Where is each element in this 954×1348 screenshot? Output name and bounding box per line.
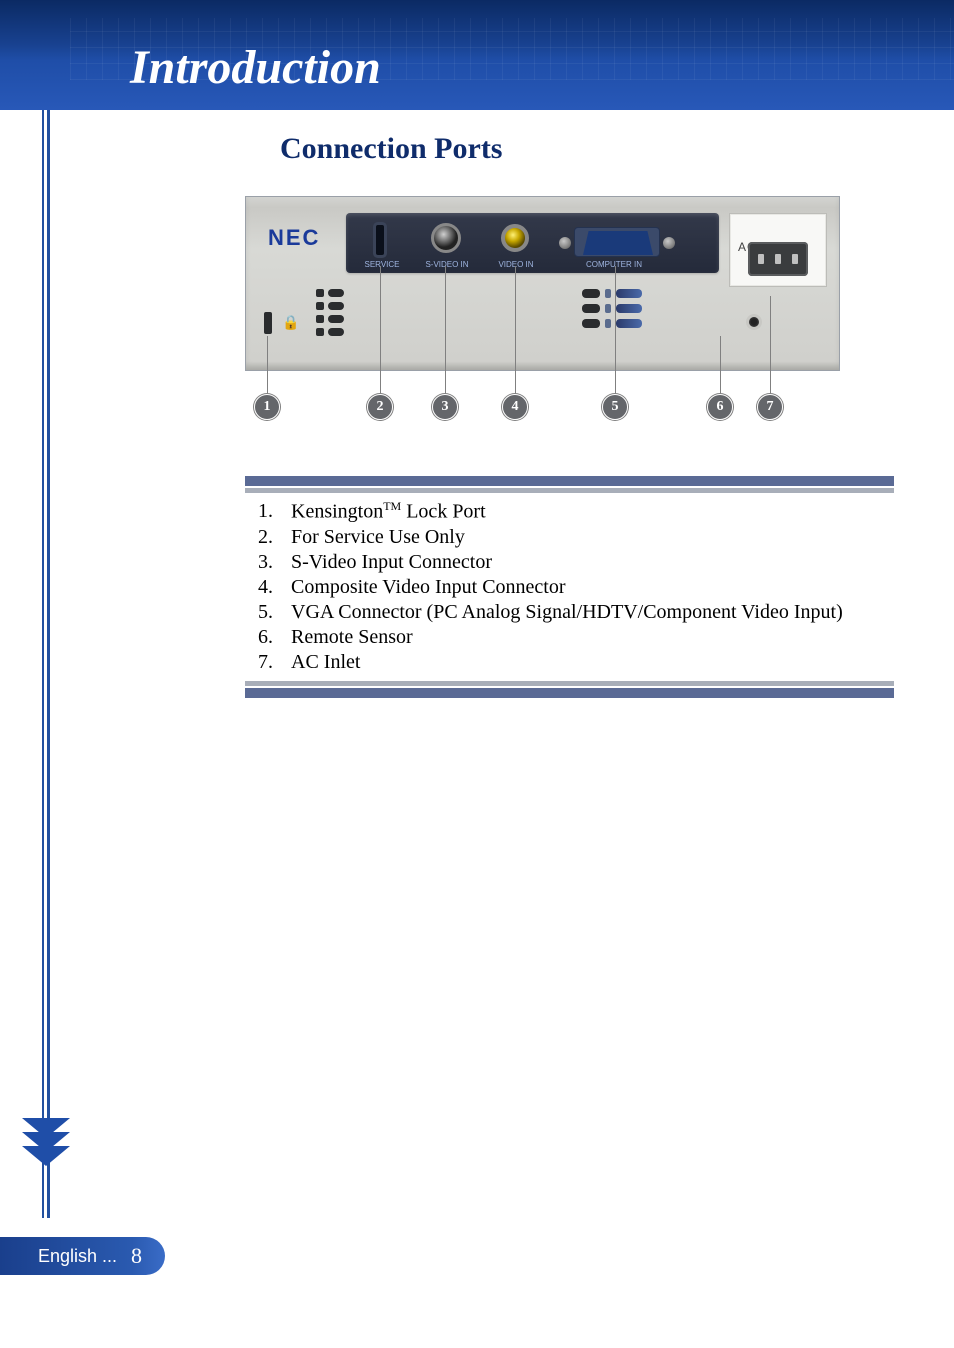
header-band: Introduction — [0, 0, 954, 110]
label-svideo: S-VIDEO IN — [425, 260, 468, 269]
item-number: 6. — [245, 625, 273, 650]
callout-marker-1: 1 — [254, 394, 280, 420]
item-text: Remote Sensor — [291, 625, 894, 650]
callout-line — [380, 266, 381, 396]
vent-grille-left — [316, 289, 344, 336]
device-body: NEC SERVICE S-VIDEO IN VIDEO IN COMPUTER… — [245, 196, 840, 371]
list-item: 5. VGA Connector (PC Analog Signal/HDTV/… — [245, 600, 894, 625]
item-number: 5. — [245, 600, 273, 625]
callout-marker-7: 7 — [757, 394, 783, 420]
ports-legend: 1. KensingtonTM Lock Port 2. For Service… — [245, 476, 894, 698]
list-item: 7. AC Inlet — [245, 650, 894, 675]
list-item: 4. Composite Video Input Connector — [245, 575, 894, 600]
callout-line — [515, 266, 516, 396]
item-number: 7. — [245, 650, 273, 675]
item-text: VGA Connector (PC Analog Signal/HDTV/Com… — [291, 600, 894, 625]
list-item: 2. For Service Use Only — [245, 525, 894, 550]
kensington-lock-port — [264, 312, 272, 334]
chevron-down-icon — [22, 1146, 70, 1166]
item-text: Composite Video Input Connector — [291, 575, 894, 600]
item-text: S-Video Input Connector — [291, 550, 894, 575]
label-computer: COMPUTER IN — [586, 260, 642, 269]
composite-video-port — [501, 224, 529, 252]
footer-language: English ... — [38, 1246, 117, 1267]
callout-marker-6: 6 — [707, 394, 733, 420]
callout-marker-3: 3 — [432, 394, 458, 420]
label-video: VIDEO IN — [498, 260, 533, 269]
brand-logo: NEC — [268, 225, 320, 251]
ac-socket — [748, 242, 808, 276]
callout-marker-2: 2 — [367, 394, 393, 420]
main-content: Connection Ports NEC SERVICE S-VIDEO IN … — [245, 132, 894, 698]
left-margin-rules — [42, 110, 50, 1218]
s-video-port — [431, 223, 461, 253]
item-text: For Service Use Only — [291, 525, 894, 550]
page-footer-tab: English ... 8 — [0, 1237, 165, 1275]
page-title: Introduction — [130, 40, 381, 95]
callout-line — [770, 296, 771, 396]
ac-inlet-panel: AC IN ∼ — [729, 213, 827, 287]
item-number: 2. — [245, 525, 273, 550]
lock-icon: 🔒 — [282, 315, 299, 332]
rule-bottom-thick — [245, 688, 894, 698]
callout-line — [720, 336, 721, 396]
service-port — [376, 225, 384, 255]
rear-port-panel: SERVICE S-VIDEO IN VIDEO IN COMPUTER IN — [346, 213, 719, 273]
rule-top-thick — [245, 476, 894, 486]
margin-arrows — [22, 1118, 70, 1160]
list-item: 6. Remote Sensor — [245, 625, 894, 650]
ports-list: 1. KensingtonTM Lock Port 2. For Service… — [245, 493, 894, 681]
remote-sensor — [749, 317, 759, 327]
vga-port — [574, 227, 660, 257]
item-text: AC Inlet — [291, 650, 894, 675]
section-heading: Connection Ports — [280, 132, 894, 166]
item-number: 3. — [245, 550, 273, 575]
callout-marker-5: 5 — [602, 394, 628, 420]
device-illustration: NEC SERVICE S-VIDEO IN VIDEO IN COMPUTER… — [245, 196, 840, 446]
footer-page-number: 8 — [131, 1243, 142, 1269]
rule-bottom-thin — [245, 681, 894, 686]
list-item: 1. KensingtonTM Lock Port — [245, 499, 894, 525]
label-service: SERVICE — [365, 260, 400, 269]
callout-marker-4: 4 — [502, 394, 528, 420]
list-item: 3. S-Video Input Connector — [245, 550, 894, 575]
callout-line — [267, 336, 268, 396]
vent-grille-right — [582, 289, 642, 328]
item-number: 1. — [245, 499, 273, 525]
item-text: KensingtonTM Lock Port — [291, 499, 894, 525]
callout-line — [445, 266, 446, 396]
item-number: 4. — [245, 575, 273, 600]
callout-line — [615, 266, 616, 396]
